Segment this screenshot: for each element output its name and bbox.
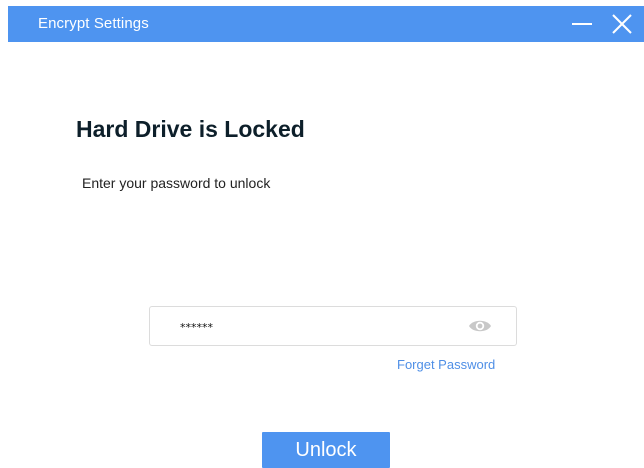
show-password-toggle[interactable]: [468, 317, 492, 335]
unlock-button[interactable]: Unlock: [262, 432, 390, 468]
password-field-container: [149, 306, 517, 346]
title-bar: Encrypt Settings: [8, 6, 644, 42]
minimize-icon: [572, 23, 592, 25]
close-button[interactable]: [604, 6, 640, 42]
minimize-button[interactable]: [564, 6, 600, 42]
password-input[interactable]: [180, 317, 450, 337]
window-title: Encrypt Settings: [38, 15, 149, 32]
instruction-text: Enter your password to unlock: [82, 175, 271, 191]
close-icon: [612, 14, 632, 34]
eye-icon: [469, 320, 491, 332]
forget-password-link[interactable]: Forget Password: [397, 357, 495, 372]
page-title: Hard Drive is Locked: [76, 116, 305, 142]
encrypt-settings-window: Encrypt Settings Hard Drive is Locked En…: [0, 0, 644, 468]
